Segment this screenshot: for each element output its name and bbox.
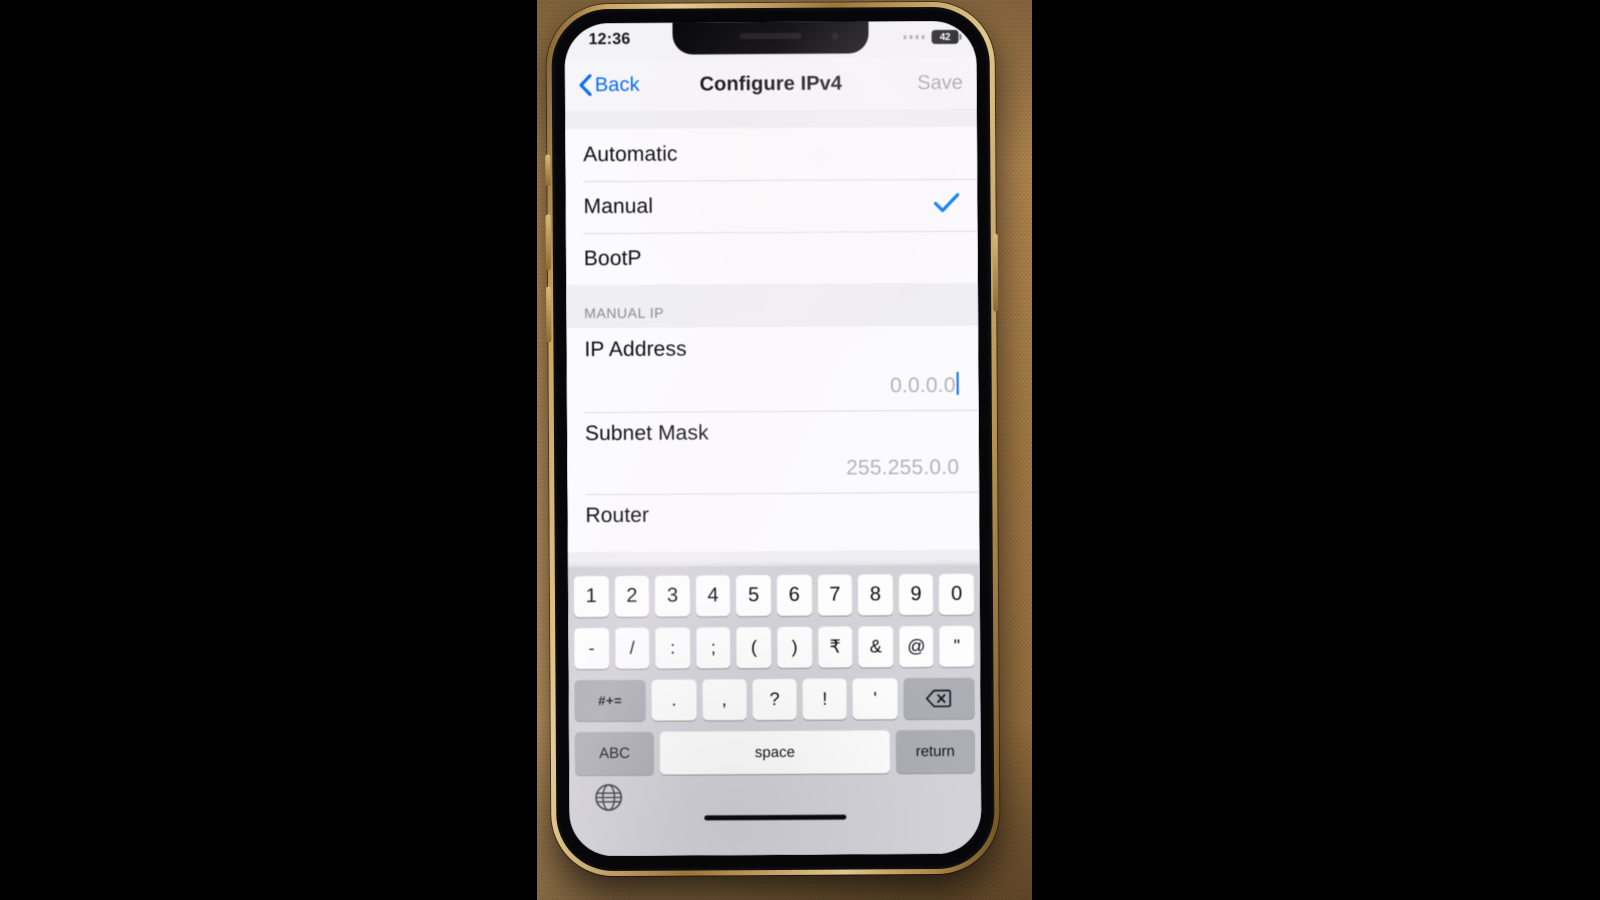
display-notch (672, 20, 869, 55)
key-question[interactable]: ? (752, 678, 797, 721)
option-label: Automatic (583, 142, 678, 167)
status-bar-indicators: 42 (903, 29, 959, 45)
keyboard-row-numbers: 1234567890 (571, 573, 977, 618)
letterbox-right (1032, 0, 1600, 900)
back-button[interactable]: Back (579, 73, 640, 97)
key-space[interactable]: space (660, 730, 890, 775)
keyboard-row-punctuation: #+= .,?! ' (571, 677, 977, 722)
key-comma[interactable]: , (701, 679, 747, 721)
key-7[interactable]: 7 (817, 574, 853, 616)
key-paren-open[interactable]: ( (736, 627, 772, 669)
key-colon[interactable]: : (655, 627, 691, 669)
backspace-icon[interactable] (903, 677, 975, 720)
key-4[interactable]: 4 (695, 575, 731, 617)
side-power-button[interactable] (992, 233, 999, 312)
key-9[interactable]: 9 (898, 574, 934, 616)
subnet-mask-input[interactable]: 255.255.0.0 (585, 456, 961, 482)
keyboard-punctuation-keys: .,?! ' (651, 678, 898, 721)
key-3[interactable]: 3 (655, 575, 690, 617)
key-2[interactable]: 2 (614, 575, 650, 617)
chevron-left-icon (579, 74, 592, 97)
key-0[interactable]: 0 (939, 573, 975, 615)
key-slash[interactable]: / (614, 627, 650, 669)
key-exclamation[interactable]: ! (802, 678, 848, 720)
keyboard-footer (572, 773, 978, 833)
volume-up-button[interactable] (545, 214, 551, 271)
key-paren-close[interactable]: ) (777, 626, 812, 668)
field-label: IP Address (584, 337, 687, 362)
option-row-manual[interactable]: Manual (565, 179, 977, 234)
field-label: Subnet Mask (584, 421, 709, 446)
silent-switch[interactable] (545, 154, 551, 187)
earpiece-speaker-icon (739, 32, 802, 40)
iphone-device: 12:36 42 Back Configure IPv4 Save Automa… (545, 1, 1000, 877)
navigation-bar: Back Configure IPv4 Save (564, 56, 977, 112)
option-row-automatic[interactable]: Automatic (565, 127, 977, 182)
back-button-label: Back (594, 73, 640, 96)
key-1[interactable]: 1 (573, 576, 609, 618)
screenshot-stage: 12:36 42 Back Configure IPv4 Save Automa… (0, 0, 1600, 900)
key-period[interactable]: . (651, 679, 697, 721)
front-camera-icon (831, 32, 839, 40)
key-abc[interactable]: ABC (574, 731, 655, 776)
ip-address-input[interactable]: 0.0.0.0 (585, 372, 961, 400)
globe-icon[interactable] (594, 783, 623, 812)
signal-dots-icon (903, 35, 925, 40)
letterbox-left (0, 0, 537, 900)
keyboard-row-bottom: ABC space return (572, 729, 978, 776)
key-5[interactable]: 5 (736, 575, 772, 617)
manual-ip-fields-group: IP Address 0.0.0.0 Subnet Mask 255.255.0… (566, 325, 980, 553)
key-symbols-toggle[interactable]: #+= (574, 679, 646, 722)
manual-ip-section-header: MANUAL IP (566, 282, 979, 329)
router-input[interactable] (586, 538, 962, 540)
checkmark-icon (933, 192, 960, 217)
key-at[interactable]: @ (898, 626, 934, 668)
key-8[interactable]: 8 (858, 574, 893, 616)
key-quote[interactable]: " (939, 625, 975, 667)
option-label: BootP (583, 246, 642, 271)
battery-icon: 42 (931, 29, 959, 45)
key-ampersand[interactable]: & (858, 626, 894, 668)
field-router[interactable]: Router (567, 491, 980, 553)
key-rupee[interactable]: ₹ (817, 626, 853, 668)
phone-screen: 12:36 42 Back Configure IPv4 Save Automa… (564, 20, 982, 857)
numeric-keyboard: 1234567890 - /:;() ₹ & @ " #+= .,?! ' AB… (567, 564, 982, 857)
volume-down-button[interactable] (546, 286, 552, 343)
key-hyphen[interactable]: - (574, 628, 610, 670)
key-return[interactable]: return (895, 729, 976, 774)
field-subnet-mask[interactable]: Subnet Mask 255.255.0.0 (566, 409, 980, 495)
key-apostrophe[interactable]: ' (852, 678, 898, 720)
home-indicator[interactable] (704, 814, 847, 821)
key-6[interactable]: 6 (776, 574, 812, 616)
option-row-bootp[interactable]: BootP (566, 231, 978, 286)
option-label: Manual (583, 194, 654, 219)
field-label: Router (585, 503, 650, 528)
keyboard-row-symbols: - /:;() ₹ & @ " (571, 625, 977, 670)
key-semicolon[interactable]: ; (695, 627, 731, 669)
battery-level-label: 42 (939, 31, 951, 43)
status-bar-clock: 12:36 (588, 30, 631, 49)
save-button[interactable]: Save (917, 71, 963, 94)
settings-list: Automatic Manual BootP MANUAL IP IP Addr… (564, 108, 982, 857)
configure-ipv4-options-group: Automatic Manual BootP (565, 126, 979, 286)
field-ip-address[interactable]: IP Address 0.0.0.0 (566, 325, 979, 413)
